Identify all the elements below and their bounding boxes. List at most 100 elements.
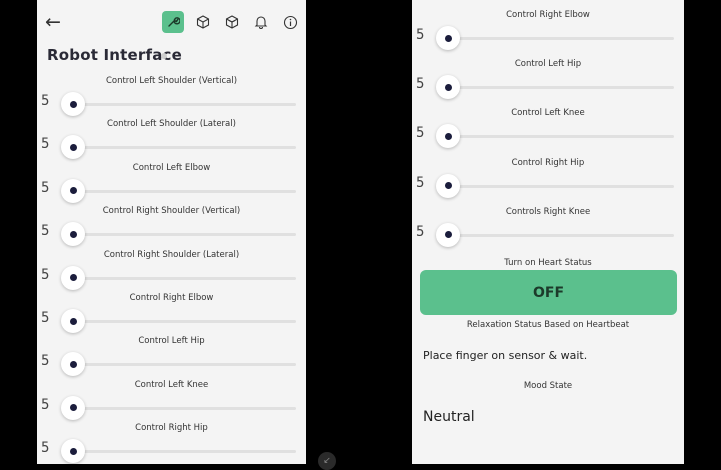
slider-thumb-dot (444, 83, 452, 91)
arrow-left-icon[interactable]: ← (45, 11, 61, 33)
slider-thumb[interactable] (61, 135, 85, 160)
slider-track[interactable] (448, 135, 674, 139)
slider-thumb[interactable] (61, 395, 85, 420)
slider-value: 5 (41, 310, 50, 326)
slider-label: Control Right Shoulder (Lateral) (103, 249, 240, 260)
slider-row: Control Right Shoulder (Vertical) 5 (37, 206, 306, 250)
slider-thumb-dot (444, 182, 452, 190)
slider-value: 5 (41, 179, 50, 196)
left-phone-screen: ← Robot Interface Control Left Shoulder … (37, 0, 306, 464)
slider-track[interactable] (73, 320, 296, 323)
slider-track[interactable] (73, 189, 296, 193)
sensor-instruction-text: Place finger on sensor & wait. (423, 349, 588, 362)
slider-thumb-dot (444, 132, 452, 140)
slider-row: Control Left Knee 5 (412, 108, 684, 152)
slider-track[interactable] (73, 276, 296, 280)
slider-thumb[interactable] (436, 75, 460, 100)
slider-value: 5 (41, 136, 50, 153)
slider-label: Control Right Shoulder (Vertical) (102, 206, 241, 217)
slider-value: 5 (41, 396, 50, 413)
mood-state-label: Mood State (523, 381, 573, 391)
slider-thumb[interactable] (61, 222, 85, 247)
top-app-bar: ← (37, 9, 306, 37)
slider-thumb-dot (69, 317, 77, 325)
slider-track[interactable] (73, 146, 296, 150)
slider-value: 5 (41, 223, 50, 240)
slider-row: Control Left Hip 5 (37, 336, 306, 380)
slider-row: Control Left Elbow 5 (37, 163, 306, 207)
slider-track[interactable] (448, 37, 674, 40)
heart-status-toggle-button[interactable]: OFF (420, 270, 677, 315)
slider-label: Control Left Shoulder (Vertical) (105, 76, 238, 86)
slider-label: Control Right Hip (511, 157, 585, 168)
cube-outline-icon[interactable] (193, 12, 213, 32)
heart-status-label: Turn on Heart Status (504, 258, 592, 268)
slider-thumb[interactable] (436, 222, 460, 247)
slider-value: 5 (416, 76, 425, 93)
bell-icon[interactable] (251, 12, 271, 32)
slider-thumb[interactable] (436, 124, 460, 149)
slider-label: Controls Right Knee (505, 206, 591, 217)
slider-value: 5 (416, 125, 425, 142)
slider-row: Control Left Knee 5 (37, 380, 306, 424)
slider-row: Control Left Shoulder (Lateral) 5 (37, 119, 306, 163)
slider-thumb-dot (69, 447, 77, 455)
slider-thumb-dot (444, 34, 452, 42)
slider-thumb[interactable] (61, 265, 85, 290)
slider-row: Control Right Shoulder (Lateral) 5 (37, 250, 306, 294)
slider-label: Control Left Knee (511, 108, 585, 119)
right-phone-screen: Control Right Elbow 5 Control Left Hip 5 Con… (412, 0, 684, 464)
wrench-icon[interactable] (162, 11, 184, 33)
slider-track[interactable] (73, 450, 296, 454)
collapse-icon[interactable]: ↙ (318, 452, 336, 470)
slider-label: Control Right Elbow (506, 10, 590, 20)
slider-track[interactable] (73, 363, 296, 367)
slider-thumb[interactable] (436, 173, 460, 198)
slider-thumb[interactable] (61, 439, 85, 464)
slider-thumb[interactable] (61, 309, 85, 333)
slider-row: Control Left Shoulder (Vertical) 5 (37, 76, 306, 120)
slider-thumb-dot (69, 274, 77, 282)
status-dot (161, 53, 167, 59)
slider-thumb[interactable] (61, 352, 85, 377)
slider-value: 5 (416, 174, 425, 191)
slider-label: Control Left Hip (138, 336, 205, 347)
slider-value: 5 (41, 440, 50, 457)
slider-thumb-dot (69, 230, 77, 238)
info-icon[interactable] (280, 12, 300, 32)
slider-track[interactable] (448, 233, 674, 237)
slider-row: Controls Right Knee 5 (412, 207, 684, 251)
slider-row: Control Left Hip 5 (412, 59, 684, 103)
slider-track[interactable] (448, 184, 674, 188)
slider-row: Control Right Hip 5 (412, 158, 684, 202)
slider-value: 5 (41, 93, 50, 109)
slider-label: Control Left Elbow (132, 162, 211, 173)
slider-thumb-dot (69, 360, 77, 368)
slider-thumb-dot (444, 231, 452, 239)
slider-track[interactable] (73, 406, 296, 410)
slider-track[interactable] (73, 103, 296, 106)
slider-track[interactable] (448, 86, 674, 90)
slider-label: Control Left Hip (514, 59, 582, 70)
slider-row: Control Right Hip 5 (37, 423, 306, 464)
slider-track[interactable] (73, 233, 296, 237)
slider-value: 5 (41, 266, 50, 283)
slider-thumb-dot (69, 187, 77, 195)
slider-thumb-dot (69, 100, 77, 108)
relaxation-status-label: Relaxation Status Based on Heartbeat (466, 320, 630, 330)
slider-value: 5 (41, 353, 50, 370)
slider-value: 5 (416, 27, 425, 43)
mood-state-value: Neutral (423, 409, 475, 425)
slider-thumb[interactable] (61, 92, 85, 116)
slider-label: Control Left Knee (134, 379, 209, 390)
slider-thumb-dot (69, 404, 77, 412)
slider-thumb[interactable] (436, 26, 460, 50)
cube-filled-icon[interactable] (222, 12, 242, 32)
slider-label: Control Right Hip (135, 423, 208, 434)
slider-thumb[interactable] (61, 178, 85, 203)
slider-row: Control Right Elbow 5 (412, 10, 684, 54)
slider-value: 5 (416, 223, 425, 240)
slider-thumb-dot (69, 143, 77, 151)
slider-label: Control Left Shoulder (Lateral) (107, 119, 236, 130)
slider-row: Control Right Elbow 5 (37, 293, 306, 337)
